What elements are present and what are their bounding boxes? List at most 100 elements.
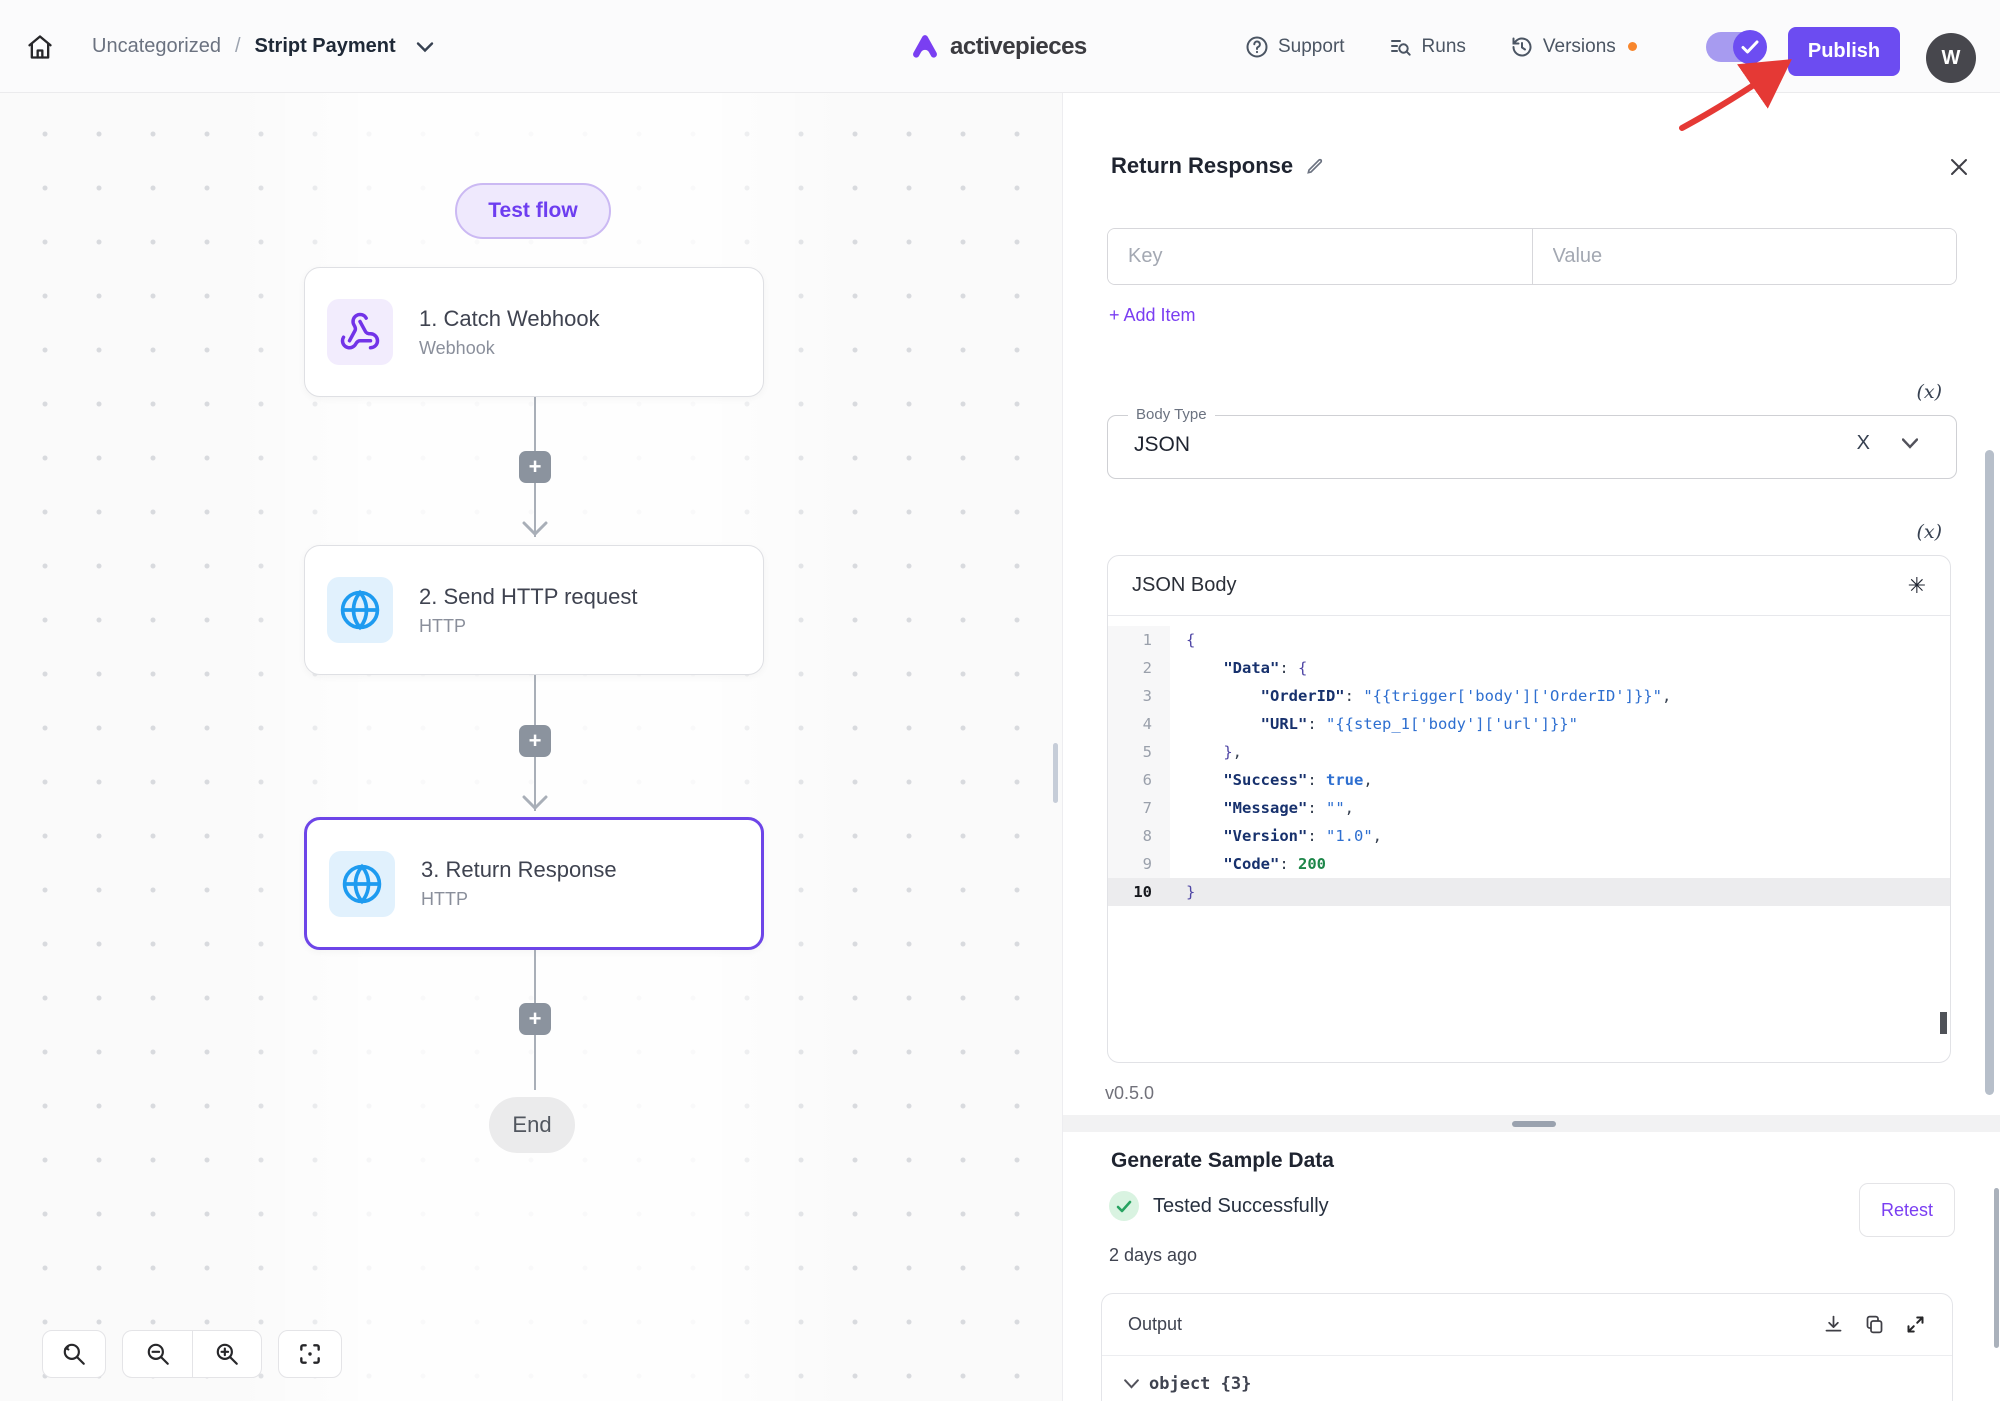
step-title: 2. Send HTTP request	[419, 584, 638, 610]
zoom-button-group	[122, 1330, 262, 1378]
code-line[interactable]: 2 "Data": {	[1108, 654, 1950, 682]
unsaved-changes-dot	[1628, 42, 1637, 51]
globe-icon	[329, 851, 395, 917]
code-line[interactable]: 7 "Message": "",	[1108, 794, 1950, 822]
value-input[interactable]	[1532, 229, 1957, 284]
support-label: Support	[1278, 36, 1345, 58]
code-lines: 1{2 "Data": {3 "OrderID": "{{trigger['bo…	[1108, 626, 1950, 906]
step-card-send-http[interactable]: 2. Send HTTP request HTTP	[304, 545, 764, 675]
step-title: 1. Catch Webhook	[419, 306, 600, 332]
flow-end-marker: End	[489, 1097, 575, 1153]
topbar: Uncategorized / Stript Payment activepie…	[0, 0, 2000, 93]
download-icon[interactable]	[1823, 1314, 1844, 1335]
generate-sample-data-heading: Generate Sample Data	[1111, 1149, 1334, 1173]
key-input[interactable]	[1108, 229, 1532, 284]
output-tree-node[interactable]: object {3}	[1102, 1356, 1952, 1394]
code-line[interactable]: 3 "OrderID": "{{trigger['body']['OrderID…	[1108, 682, 1950, 710]
edit-pencil-icon[interactable]	[1305, 156, 1325, 176]
last-test-time: 2 days ago	[1109, 1245, 1197, 1266]
panel-resize-handle[interactable]	[1053, 743, 1058, 803]
toggle-knob	[1733, 30, 1767, 64]
copy-icon[interactable]	[1864, 1314, 1885, 1335]
expand-icon[interactable]	[1905, 1314, 1926, 1335]
chevron-down-icon	[1124, 1379, 1139, 1389]
reset-zoom-button[interactable]	[42, 1330, 106, 1378]
breadcrumb-separator: /	[235, 35, 241, 58]
add-item-button[interactable]: + Add Item	[1109, 305, 1196, 326]
code-line[interactable]: 9 "Code": 200	[1108, 850, 1950, 878]
arrowhead-icon	[522, 795, 548, 811]
output-title: Output	[1128, 1314, 1182, 1335]
body-type-label: Body Type	[1128, 406, 1215, 423]
test-status-text: Tested Successfully	[1153, 1195, 1329, 1218]
breadcrumb: Uncategorized / Stript Payment	[26, 0, 434, 93]
zoom-out-button[interactable]	[123, 1331, 192, 1377]
zoom-in-button[interactable]	[192, 1331, 261, 1377]
versions-label: Versions	[1543, 36, 1616, 58]
step-settings-panel: Return Response + Add Item (x) Body Type…	[1062, 93, 2000, 1401]
insert-variable-icon[interactable]: (x)	[1916, 381, 1942, 403]
code-line[interactable]: 4 "URL": "{{step_1['body']['url']}}"	[1108, 710, 1950, 738]
runs-label: Runs	[1422, 36, 1466, 58]
editor-scrollbar-thumb[interactable]	[1940, 1012, 1947, 1034]
code-line[interactable]: 10}	[1108, 878, 1950, 906]
runs-link[interactable]: Runs	[1389, 35, 1466, 59]
tree-node-label: object {3}	[1149, 1374, 1251, 1394]
code-line[interactable]: 5 },	[1108, 738, 1950, 766]
json-body-label: JSON Body	[1132, 574, 1236, 597]
arrowhead-icon	[522, 521, 548, 537]
support-link[interactable]: Support	[1245, 35, 1345, 59]
breadcrumb-flow-name[interactable]: Stript Payment	[255, 35, 396, 58]
code-line[interactable]: 1{	[1108, 626, 1950, 654]
versions-link[interactable]: Versions	[1510, 35, 1616, 59]
splitter-drag-handle[interactable]	[1512, 1121, 1556, 1127]
help-circle-icon	[1245, 35, 1269, 59]
globe-icon	[327, 577, 393, 643]
test-flow-button[interactable]: Test flow	[455, 183, 611, 239]
version-history-icon	[1510, 35, 1534, 59]
breadcrumb-category[interactable]: Uncategorized	[92, 35, 221, 58]
insert-variable-icon[interactable]: (x)	[1916, 521, 1942, 543]
fit-view-button[interactable]	[278, 1330, 342, 1378]
retest-button[interactable]: Retest	[1859, 1183, 1955, 1237]
ai-sparkle-icon[interactable]: ✳	[1908, 573, 1926, 599]
body-type-value: JSON	[1134, 433, 1190, 457]
piece-version-label: v0.5.0	[1105, 1083, 1154, 1104]
runs-list-search-icon	[1389, 35, 1413, 59]
add-step-button-2[interactable]: +	[519, 725, 551, 757]
step-subtitle: HTTP	[421, 889, 617, 910]
avatar[interactable]: W	[1926, 33, 1976, 83]
headers-key-value-row	[1107, 228, 1957, 285]
panel-scrollbar-thumb[interactable]	[1985, 450, 1994, 1095]
dropdown-caret-icon[interactable]	[1902, 438, 1918, 449]
code-line[interactable]: 8 "Version": "1.0",	[1108, 822, 1950, 850]
publish-toggle[interactable]	[1706, 32, 1766, 62]
flow-builder-page: Uncategorized / Stript Payment activepie…	[0, 0, 2000, 1401]
output-card: Output object {3}	[1101, 1293, 1953, 1401]
canvas-zoom-controls	[42, 1330, 342, 1378]
code-line[interactable]: 6 "Success": true,	[1108, 766, 1950, 794]
panel-title: Return Response	[1111, 153, 1293, 179]
chevron-down-icon[interactable]	[416, 41, 434, 53]
fit-view-icon	[297, 1341, 323, 1367]
publish-button[interactable]: Publish	[1788, 27, 1900, 76]
success-check-icon	[1109, 1191, 1139, 1221]
section-scrollbar-thumb[interactable]	[1994, 1188, 1999, 1348]
step-subtitle: HTTP	[419, 616, 638, 637]
add-step-button-3[interactable]: +	[519, 1003, 551, 1035]
step-card-catch-webhook[interactable]: 1. Catch Webhook Webhook	[304, 267, 764, 397]
step-title: 3. Return Response	[421, 857, 617, 883]
home-icon[interactable]	[26, 33, 54, 61]
step-subtitle: Webhook	[419, 338, 600, 359]
flow-canvas[interactable]: Test flow 1. Catch Webhook Webhook + 2. …	[0, 93, 1062, 1401]
topbar-nav: Support Runs Versions	[1245, 0, 1637, 93]
clear-selection-icon[interactable]: X	[1857, 432, 1870, 455]
step-card-return-response[interactable]: 3. Return Response HTTP	[304, 817, 764, 950]
body-type-select[interactable]: Body Type JSON X	[1107, 415, 1957, 479]
test-status-row: Tested Successfully	[1109, 1191, 1329, 1221]
panel-splitter	[1063, 1115, 2000, 1132]
close-panel-icon[interactable]	[1943, 151, 1975, 183]
code-editor[interactable]: 1{2 "Data": {3 "OrderID": "{{trigger['bo…	[1108, 616, 1950, 1063]
reset-zoom-icon	[61, 1341, 87, 1367]
add-step-button-1[interactable]: +	[519, 451, 551, 483]
